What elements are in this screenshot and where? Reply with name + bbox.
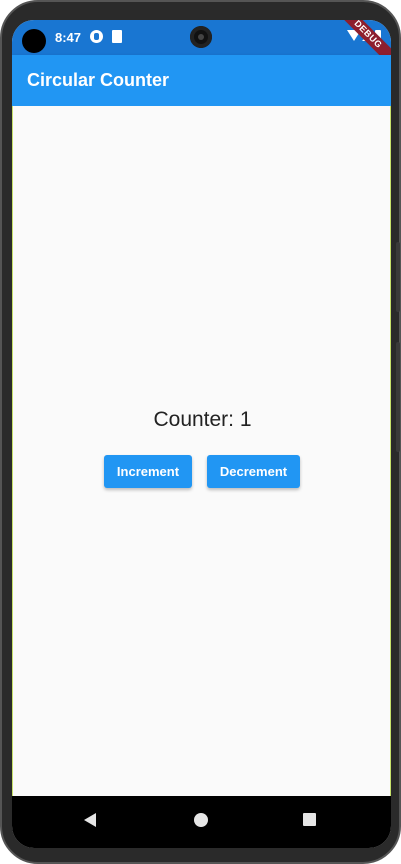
- sd-card-icon: [112, 30, 122, 43]
- camera-lens-icon: [190, 26, 212, 48]
- back-icon[interactable]: [84, 813, 96, 827]
- navigation-bar: [12, 796, 391, 848]
- app-title: Circular Counter: [27, 70, 170, 90]
- decrement-button[interactable]: Decrement: [207, 455, 300, 488]
- main-content: Counter: 1 Increment Decrement: [12, 106, 391, 796]
- counter-display: Counter: 1: [153, 408, 252, 431]
- volume-button: [396, 242, 400, 312]
- increment-button[interactable]: Increment: [104, 455, 192, 488]
- screen: 8:47 DEBUG Circular Counter Counter: 1 I…: [12, 20, 391, 848]
- home-icon[interactable]: [194, 813, 208, 827]
- phone-frame: 8:47 DEBUG Circular Counter Counter: 1 I…: [0, 0, 401, 864]
- power-button: [396, 342, 400, 452]
- status-time: 8:47: [55, 30, 82, 45]
- front-camera-hole: [22, 29, 46, 53]
- recents-icon[interactable]: [303, 813, 316, 826]
- status-bar: 8:47 DEBUG: [12, 20, 391, 71]
- app-bar: Circular Counter: [12, 55, 391, 106]
- app-notification-icon: [90, 30, 103, 43]
